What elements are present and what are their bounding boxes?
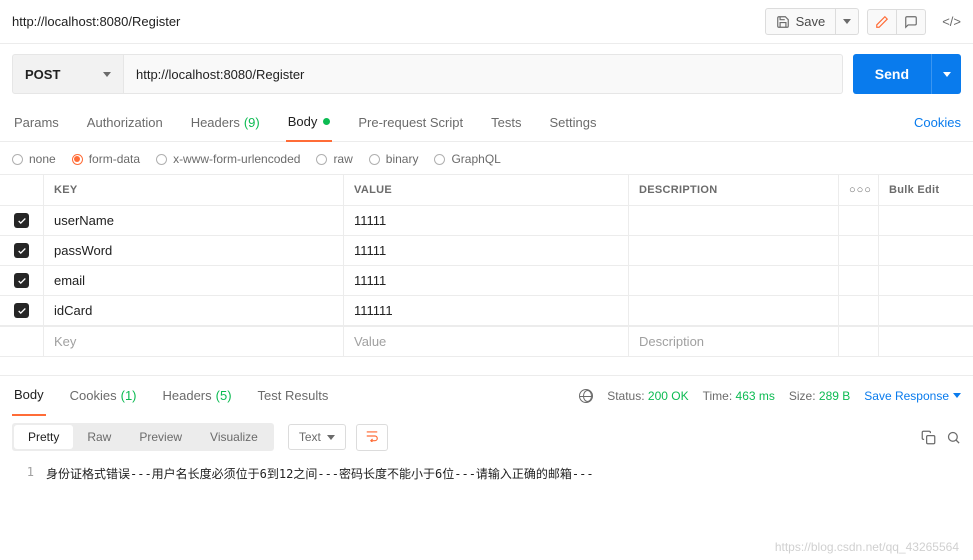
- row-key[interactable]: passWord: [44, 236, 344, 265]
- code-toggle[interactable]: </>: [942, 14, 961, 29]
- cookies-link[interactable]: Cookies: [914, 115, 961, 130]
- bodytype-formdata[interactable]: form-data: [72, 152, 140, 166]
- search-icon[interactable]: [946, 430, 961, 445]
- globe-icon[interactable]: [579, 389, 593, 403]
- row-value[interactable]: 11111: [344, 206, 629, 235]
- tab-params[interactable]: Params: [12, 104, 61, 142]
- row-desc[interactable]: [629, 206, 839, 235]
- form-data-table: KEY VALUE DESCRIPTION ○○○ Bulk Edit user…: [0, 174, 973, 357]
- view-visualize[interactable]: Visualize: [196, 425, 272, 449]
- table-row[interactable]: passWord 11111: [0, 235, 973, 265]
- edit-group: [867, 9, 926, 35]
- view-mode-tabs: Pretty Raw Preview Visualize: [12, 423, 274, 451]
- table-row[interactable]: email 11111: [0, 265, 973, 295]
- col-value: VALUE: [344, 175, 629, 205]
- size-meta: Size: 289 B: [789, 389, 850, 403]
- row-desc[interactable]: [629, 236, 839, 265]
- line-number: 1: [12, 465, 46, 482]
- table-row-new[interactable]: Key Value Description: [0, 326, 973, 357]
- copy-icon[interactable]: [921, 430, 936, 445]
- row-desc[interactable]: [629, 296, 839, 325]
- tab-body[interactable]: Body: [286, 104, 333, 142]
- wrap-toggle[interactable]: [356, 424, 388, 451]
- bodytype-none[interactable]: none: [12, 152, 56, 166]
- tab-prerequest[interactable]: Pre-request Script: [356, 104, 465, 142]
- tab-settings[interactable]: Settings: [547, 104, 598, 142]
- row-checkbox[interactable]: [14, 303, 29, 318]
- row-value[interactable]: 11111: [344, 236, 629, 265]
- edit-button[interactable]: [867, 9, 897, 35]
- row-desc[interactable]: [629, 266, 839, 295]
- response-lang-selector[interactable]: Text: [288, 424, 346, 450]
- resp-tab-headers[interactable]: Headers (5): [161, 376, 234, 416]
- bodytype-xwww[interactable]: x-www-form-urlencoded: [156, 152, 300, 166]
- view-preview[interactable]: Preview: [125, 425, 196, 449]
- tab-tests[interactable]: Tests: [489, 104, 523, 142]
- save-button[interactable]: Save: [765, 8, 837, 35]
- tab-authorization[interactable]: Authorization: [85, 104, 165, 142]
- new-desc[interactable]: Description: [629, 327, 839, 356]
- row-checkbox[interactable]: [14, 273, 29, 288]
- comment-icon: [904, 15, 918, 29]
- method-value: POST: [25, 67, 60, 82]
- col-desc: DESCRIPTION: [629, 175, 839, 205]
- row-key[interactable]: email: [44, 266, 344, 295]
- bulk-edit-link[interactable]: Bulk Edit: [879, 175, 959, 205]
- save-label: Save: [796, 14, 826, 29]
- bodytype-binary[interactable]: binary: [369, 152, 419, 166]
- status-meta: Status: 200 OK: [607, 389, 688, 403]
- time-meta: Time: 463 ms: [703, 389, 775, 403]
- bodytype-graphql[interactable]: GraphQL: [434, 152, 500, 166]
- wrap-icon: [365, 430, 379, 442]
- watermark: https://blog.csdn.net/qq_43265564: [775, 540, 959, 554]
- row-key[interactable]: userName: [44, 206, 344, 235]
- table-row[interactable]: userName 11111: [0, 205, 973, 235]
- resp-tab-cookies[interactable]: Cookies (1): [68, 376, 139, 416]
- url-input[interactable]: [124, 54, 843, 94]
- row-checkbox[interactable]: [14, 243, 29, 258]
- method-selector[interactable]: POST: [12, 54, 124, 94]
- tab-headers-label: Headers: [191, 115, 240, 130]
- bodytype-raw[interactable]: raw: [316, 152, 352, 166]
- row-key[interactable]: idCard: [44, 296, 344, 325]
- row-checkbox[interactable]: [14, 213, 29, 228]
- save-response-link[interactable]: Save Response: [864, 389, 961, 403]
- view-raw[interactable]: Raw: [73, 425, 125, 449]
- comment-button[interactable]: [897, 9, 926, 35]
- body-modified-dot: [323, 118, 330, 125]
- table-row[interactable]: idCard 111111: [0, 295, 973, 326]
- col-options[interactable]: ○○○: [839, 175, 879, 205]
- resp-tab-body[interactable]: Body: [12, 376, 46, 416]
- view-pretty[interactable]: Pretty: [14, 425, 73, 449]
- col-key: KEY: [44, 175, 344, 205]
- tab-body-label: Body: [288, 114, 318, 129]
- response-body-text[interactable]: 身份证格式错误---用户名长度必须位于6到12之间---密码长度不能小于6位--…: [46, 465, 594, 482]
- send-dropdown[interactable]: [931, 54, 961, 94]
- tab-headers[interactable]: Headers (9): [189, 104, 262, 142]
- request-title: http://localhost:8080/Register: [12, 14, 765, 29]
- row-value[interactable]: 11111: [344, 266, 629, 295]
- row-value[interactable]: 111111: [344, 296, 629, 325]
- save-icon: [776, 15, 790, 29]
- save-button-group: Save: [765, 8, 860, 35]
- tab-headers-count: (9): [244, 115, 260, 130]
- pencil-icon: [875, 15, 889, 29]
- save-dropdown[interactable]: [836, 8, 859, 35]
- send-button[interactable]: Send: [853, 54, 931, 94]
- new-key[interactable]: Key: [44, 327, 344, 356]
- resp-tab-testresults[interactable]: Test Results: [256, 376, 331, 416]
- new-value[interactable]: Value: [344, 327, 629, 356]
